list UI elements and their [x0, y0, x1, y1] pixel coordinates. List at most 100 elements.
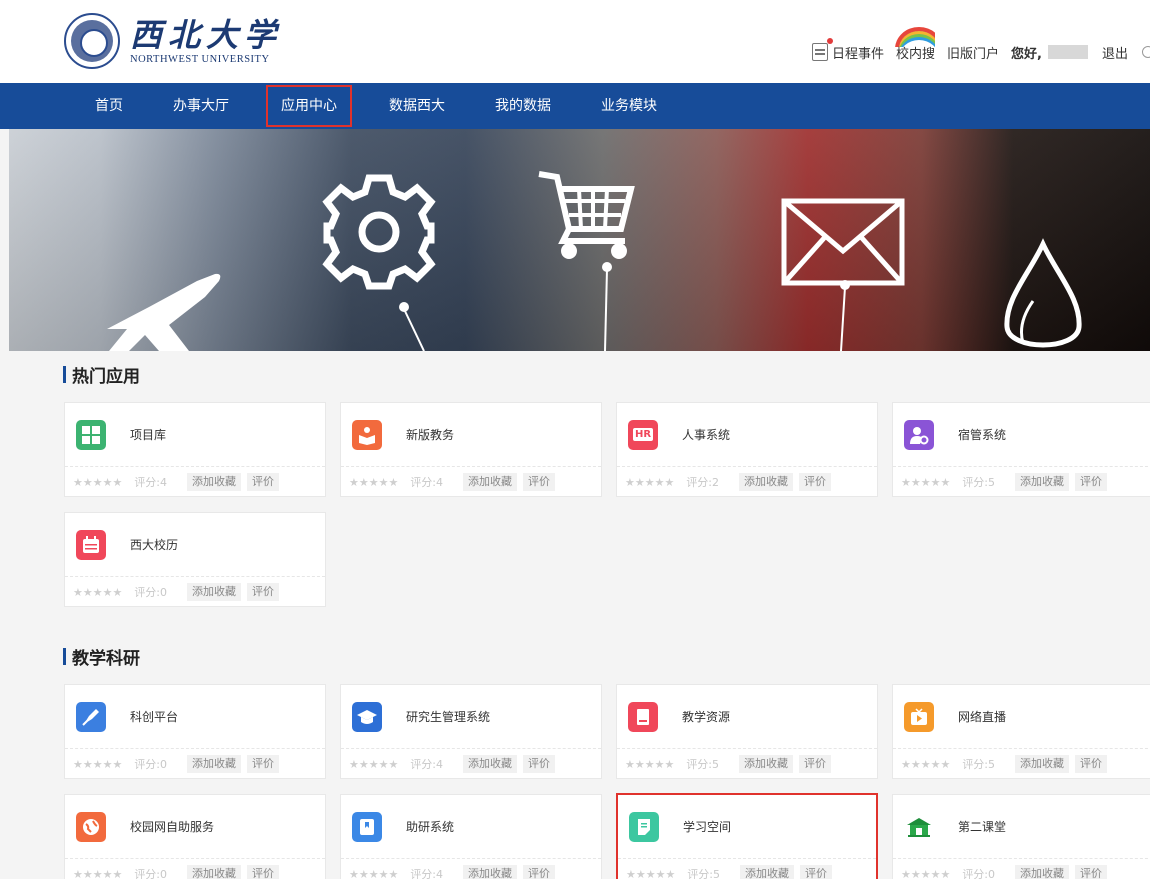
banner-illustration	[107, 171, 1082, 351]
app-card[interactable]: HR 人事系统 ★★★★★ 评分:2 添加收藏 评价	[616, 402, 878, 497]
app-name[interactable]: 项目库	[130, 426, 166, 443]
rating-stars-icon[interactable]: ★★★★★	[901, 476, 950, 489]
add-favorite-button[interactable]: 添加收藏	[463, 473, 518, 491]
app-score: 评分:5	[962, 758, 996, 771]
rating-stars-icon[interactable]: ★★★★★	[901, 868, 950, 879]
app-card[interactable]: 助研系统 ★★★★★ 评分:4 添加收藏 评价	[340, 794, 602, 879]
rate-button[interactable]: 评价	[799, 473, 832, 491]
hr-document-icon[interactable]: HR	[628, 419, 658, 450]
app-name[interactable]: 新版教务	[406, 426, 454, 443]
add-favorite-button[interactable]: 添加收藏	[187, 583, 242, 601]
rating-stars-icon[interactable]: ★★★★★	[349, 868, 398, 879]
rate-button[interactable]: 评价	[1075, 755, 1108, 773]
rating-stars-icon[interactable]: ★★★★★	[73, 758, 122, 771]
nav-item-5[interactable]: 业务模块	[588, 83, 670, 129]
add-favorite-button[interactable]: 添加收藏	[739, 755, 794, 773]
tv-play-icon[interactable]	[904, 701, 934, 732]
add-favorite-button[interactable]: 添加收藏	[1015, 865, 1070, 879]
app-name[interactable]: 人事系统	[682, 426, 730, 443]
app-card[interactable]: 第二课堂 ★★★★★ 评分:0 添加收藏 评价	[892, 794, 1150, 879]
app-card[interactable]: 宿管系统 ★★★★★ 评分:5 添加收藏 评价	[892, 402, 1150, 497]
add-favorite-button[interactable]: 添加收藏	[740, 865, 795, 879]
app-name[interactable]: 科创平台	[130, 708, 178, 725]
app-name[interactable]: 第二课堂	[958, 818, 1006, 835]
airplane-icon	[107, 273, 221, 351]
calendar-icon[interactable]	[76, 529, 106, 560]
app-card[interactable]: 科创平台 ★★★★★ 评分:0 添加收藏 评价	[64, 684, 326, 779]
app-name[interactable]: 研究生管理系统	[406, 708, 490, 725]
app-card[interactable]: 研究生管理系统 ★★★★★ 评分:4 添加收藏 评价	[340, 684, 602, 779]
nav-item-4[interactable]: 我的数据	[482, 83, 564, 129]
user-gear-icon[interactable]	[904, 419, 934, 450]
rating-stars-icon[interactable]: ★★★★★	[625, 758, 674, 771]
nav-item-0[interactable]: 首页	[82, 83, 136, 129]
schedule-link[interactable]: 日程事件	[832, 43, 884, 62]
nav-item-1[interactable]: 办事大厅	[160, 83, 242, 129]
rate-button[interactable]: 评价	[523, 473, 556, 491]
rate-button[interactable]: 评价	[1075, 473, 1108, 491]
study-doc-icon[interactable]	[629, 811, 659, 842]
classroom-icon[interactable]	[904, 812, 934, 842]
university-seal-icon	[64, 13, 120, 69]
old-portal-link[interactable]: 旧版门户	[947, 43, 999, 62]
reading-icon[interactable]	[352, 419, 382, 450]
add-favorite-button[interactable]: 添加收藏	[739, 473, 794, 491]
banner-image	[9, 129, 1150, 351]
app-card[interactable]: 项目库 ★★★★★ 评分:4 添加收藏 评价	[64, 402, 326, 497]
university-logo[interactable]: 西北大学 NORTHWEST UNIVERSITY	[64, 13, 282, 69]
app-card[interactable]: 新版教务 ★★★★★ 评分:4 添加收藏 评价	[340, 402, 602, 497]
rate-button[interactable]: 评价	[247, 583, 280, 601]
app-name[interactable]: 校园网自助服务	[130, 818, 214, 835]
app-name[interactable]: 助研系统	[406, 818, 454, 835]
app-card[interactable]: 校园网自助服务 ★★★★★ 评分:0 添加收藏 评价	[64, 794, 326, 879]
app-name[interactable]: 网络直播	[958, 708, 1006, 725]
app-card[interactable]: 学习空间 ★★★★★ 评分:5 添加收藏 评价	[616, 793, 878, 879]
add-favorite-button[interactable]: 添加收藏	[187, 865, 242, 879]
add-favorite-button[interactable]: 添加收藏	[187, 473, 242, 491]
rating-stars-icon[interactable]: ★★★★★	[73, 586, 122, 599]
logout-link[interactable]: 退出	[1102, 43, 1128, 62]
rating-stars-icon[interactable]: ★★★★★	[901, 758, 950, 771]
add-favorite-button[interactable]: 添加收藏	[1015, 755, 1070, 773]
rating-stars-icon[interactable]: ★★★★★	[349, 476, 398, 489]
app-score: 评分:5	[962, 476, 996, 489]
nav-item-3[interactable]: 数据西大	[376, 83, 458, 129]
rating-stars-icon[interactable]: ★★★★★	[73, 868, 122, 879]
rating-stars-icon[interactable]: ★★★★★	[626, 868, 675, 879]
rating-stars-icon[interactable]: ★★★★★	[625, 476, 674, 489]
book-icon[interactable]	[628, 701, 658, 732]
rating-stars-icon[interactable]: ★★★★★	[349, 758, 398, 771]
rate-button[interactable]: 评价	[799, 755, 832, 773]
rate-button[interactable]: 评价	[800, 865, 833, 879]
calendar-notification-icon[interactable]	[811, 38, 833, 61]
globe-icon[interactable]	[76, 811, 106, 842]
campus-search-link[interactable]: 校内搜	[896, 43, 935, 62]
rocket-icon[interactable]	[76, 701, 106, 732]
add-favorite-button[interactable]: 添加收藏	[187, 755, 242, 773]
rating-stars-icon[interactable]: ★★★★★	[73, 476, 122, 489]
add-favorite-button[interactable]: 添加收藏	[463, 755, 518, 773]
rate-button[interactable]: 评价	[247, 755, 280, 773]
app-card[interactable]: 西大校历 ★★★★★ 评分:0 添加收藏 评价	[64, 512, 326, 607]
add-favorite-button[interactable]: 添加收藏	[1015, 473, 1070, 491]
settings-icon[interactable]	[1142, 46, 1150, 58]
app-name[interactable]: 学习空间	[683, 818, 731, 835]
rate-button[interactable]: 评价	[247, 473, 280, 491]
grid-icon[interactable]	[76, 419, 106, 450]
greeting-text: 您好,	[1011, 46, 1042, 62]
app-card[interactable]: 教学资源 ★★★★★ 评分:5 添加收藏 评价	[616, 684, 878, 779]
graduation-cap-icon[interactable]	[352, 701, 382, 732]
add-favorite-button[interactable]: 添加收藏	[463, 865, 518, 879]
nav-item-2[interactable]: 应用中心	[266, 85, 352, 127]
app-name[interactable]: 宿管系统	[958, 426, 1006, 443]
app-name[interactable]: 教学资源	[682, 708, 730, 725]
app-name[interactable]: 西大校历	[130, 536, 178, 553]
rate-button[interactable]: 评价	[247, 865, 280, 879]
rate-button[interactable]: 评价	[523, 865, 556, 879]
logo-chinese-name: 西北大学	[130, 15, 283, 54]
app-card[interactable]: 网络直播 ★★★★★ 评分:5 添加收藏 评价	[892, 684, 1150, 779]
bookmark-icon[interactable]	[352, 811, 382, 842]
rate-button[interactable]: 评价	[523, 755, 556, 773]
rate-button[interactable]: 评价	[1075, 865, 1108, 879]
app-score: 评分:0	[962, 868, 996, 879]
